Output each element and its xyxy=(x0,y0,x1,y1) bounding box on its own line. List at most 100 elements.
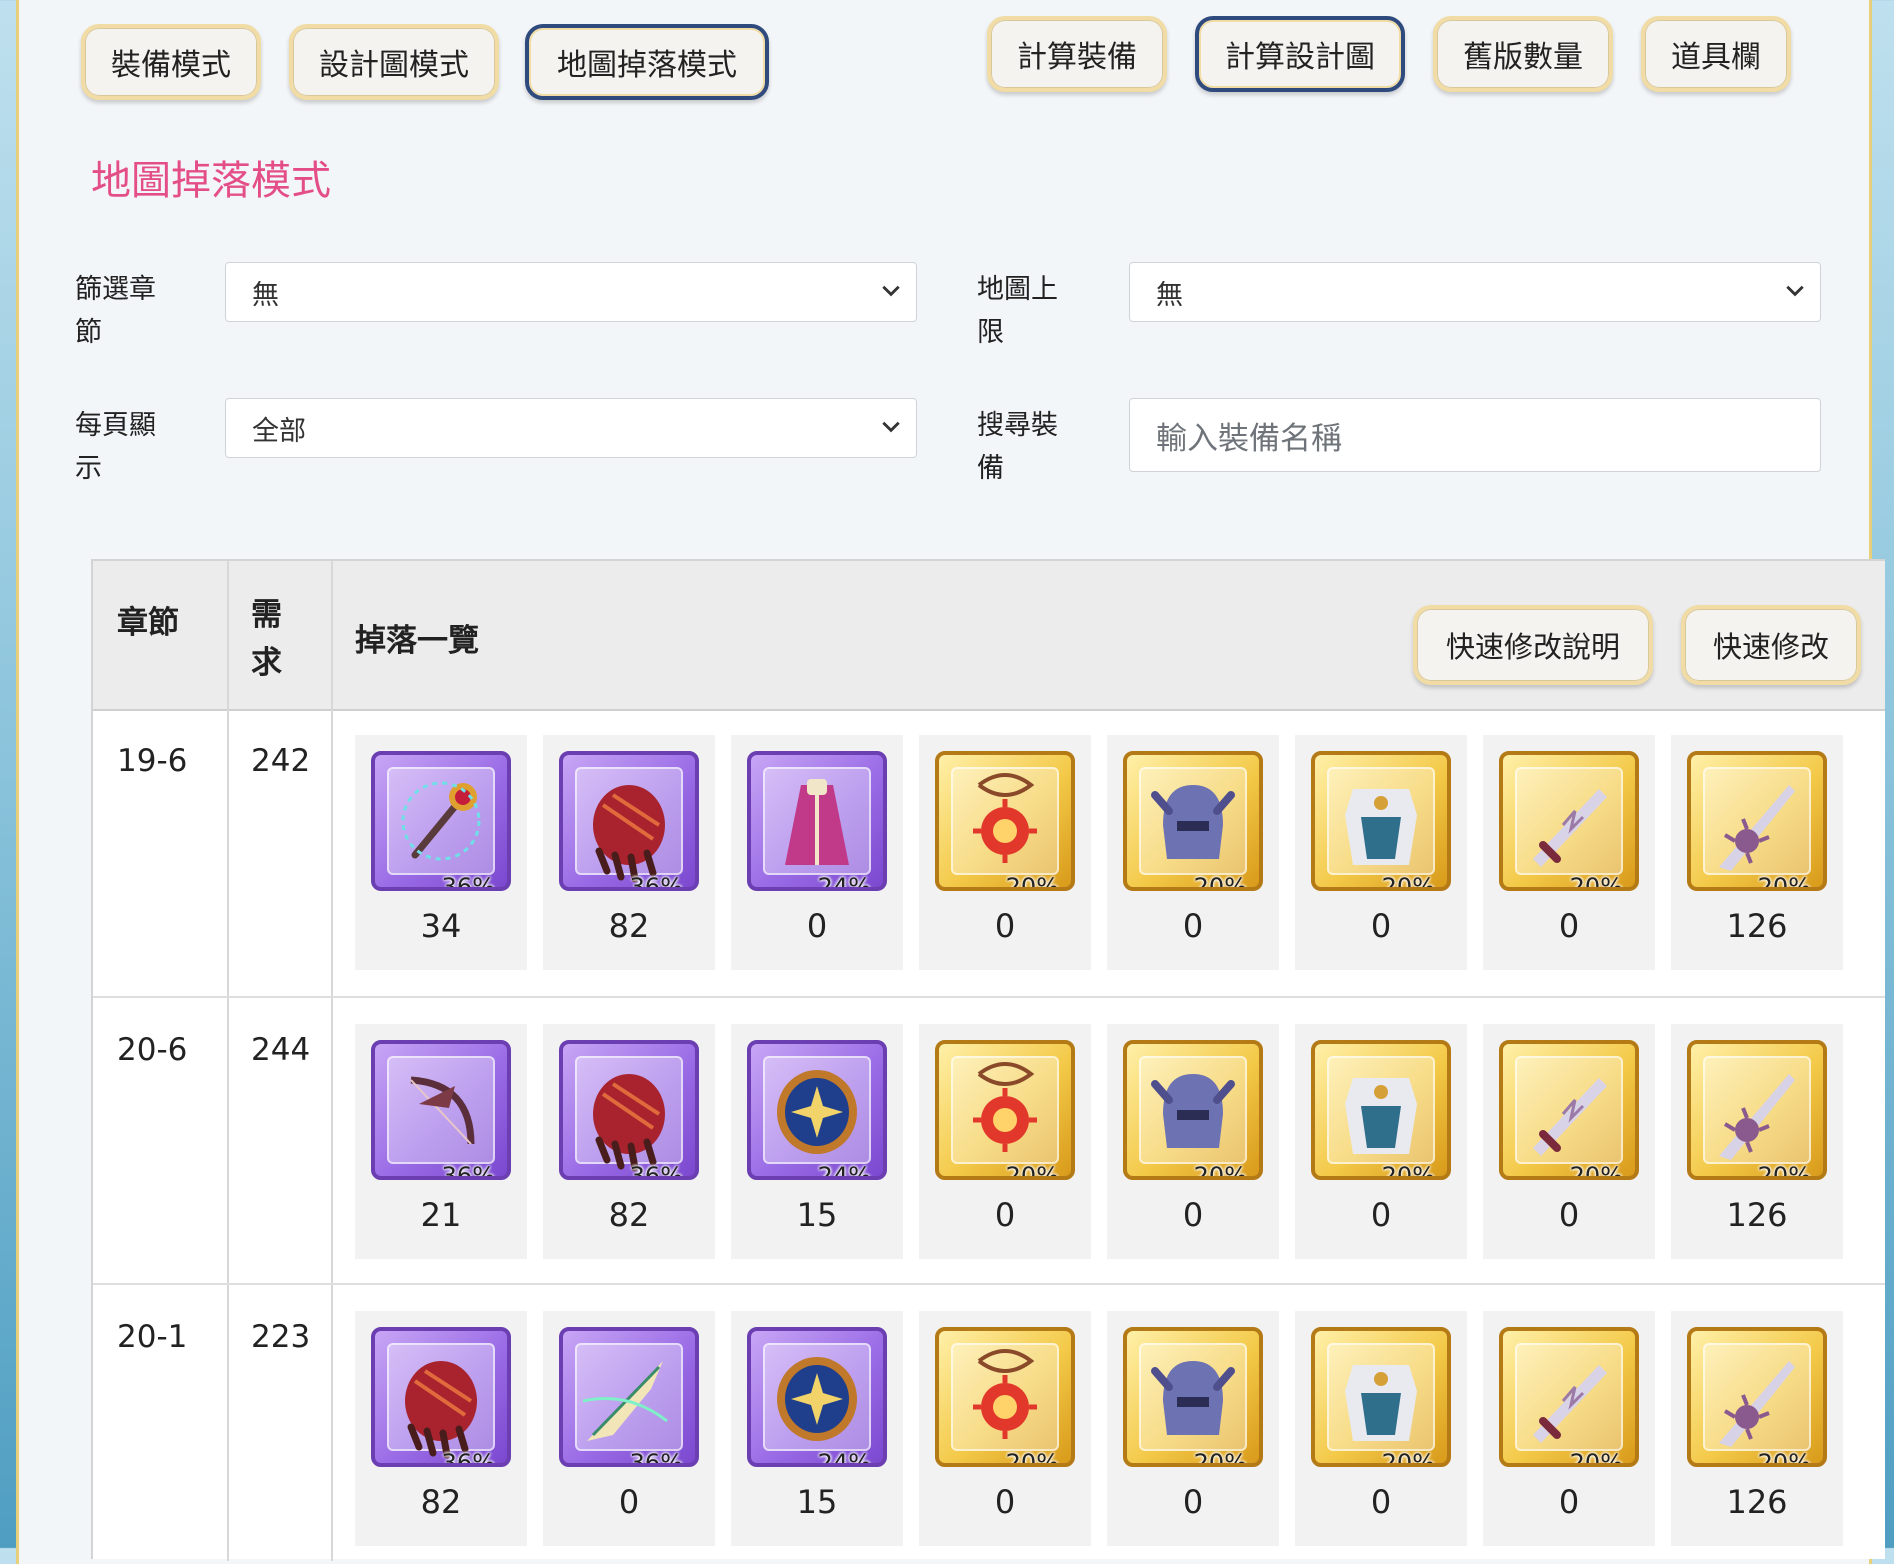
drop-item-tile[interactable]: 24% 15 xyxy=(731,1311,903,1546)
item-count[interactable]: 82 xyxy=(543,907,715,945)
drop-item-tile[interactable]: 36% 82 xyxy=(355,1311,527,1546)
equipment-mode-button[interactable]: 裝備模式 xyxy=(81,24,261,100)
item-count[interactable]: 0 xyxy=(919,1483,1091,1521)
claw-gauntlet-icon[interactable]: 36% xyxy=(559,1040,699,1180)
item-count[interactable]: 0 xyxy=(1483,1483,1655,1521)
armor-icon[interactable]: 20% xyxy=(1311,751,1451,891)
drop-item-tile[interactable]: 36% 34 xyxy=(355,735,527,970)
drop-item-tile[interactable]: 20% 0 xyxy=(919,1024,1091,1259)
drop-item-tile[interactable]: 20% 0 xyxy=(1295,1024,1467,1259)
item-count[interactable]: 0 xyxy=(1483,907,1655,945)
row-divider xyxy=(93,1283,1885,1285)
item-count[interactable]: 126 xyxy=(1671,1196,1843,1234)
item-count[interactable]: 0 xyxy=(1295,907,1467,945)
helmet-icon[interactable]: 20% xyxy=(1123,751,1263,891)
drop-item-tile[interactable]: 20% 0 xyxy=(1295,1311,1467,1546)
spiked-blade-icon[interactable]: 20% xyxy=(1687,751,1827,891)
drop-item-tile[interactable]: 20% 0 xyxy=(1107,1311,1279,1546)
amulet-icon[interactable]: 20% xyxy=(935,1327,1075,1467)
orb-shield-icon[interactable]: 24% xyxy=(747,1040,887,1180)
amulet-icon[interactable]: 20% xyxy=(935,1040,1075,1180)
drop-item-tile[interactable]: 20% 0 xyxy=(1483,735,1655,970)
search-label: 搜尋裝備 xyxy=(977,410,1058,484)
drop-rate: 20% xyxy=(1381,1162,1435,1180)
drop-rate: 20% xyxy=(1005,1162,1059,1180)
drop-item-tile[interactable]: 20% 126 xyxy=(1671,1024,1843,1259)
item-count[interactable]: 0 xyxy=(731,907,903,945)
item-count[interactable]: 126 xyxy=(1671,1483,1843,1521)
main-panel: 裝備模式 設計圖模式 地圖掉落模式 計算裝備 計算設計圖 舊版數量 道具欄 地圖… xyxy=(16,0,1885,1564)
staff-icon xyxy=(401,781,481,861)
sword-icon[interactable]: 20% xyxy=(1499,751,1639,891)
calc-equipment-button[interactable]: 計算裝備 xyxy=(987,16,1167,92)
claw-gauntlet-icon[interactable]: 36% xyxy=(559,751,699,891)
amulet-icon[interactable]: 20% xyxy=(935,751,1075,891)
drill-lance-icon[interactable]: 36% xyxy=(559,1327,699,1467)
robe-icon[interactable]: 24% xyxy=(747,751,887,891)
blueprint-mode-button[interactable]: 設計圖模式 xyxy=(289,24,499,100)
item-count[interactable]: 0 xyxy=(919,1196,1091,1234)
drop-item-tile[interactable]: 24% 15 xyxy=(731,1024,903,1259)
staff-icon[interactable]: 36% xyxy=(371,751,511,891)
drop-item-tile[interactable]: 20% 0 xyxy=(1107,1024,1279,1259)
helmet-icon[interactable]: 20% xyxy=(1123,1327,1263,1467)
item-count[interactable]: 0 xyxy=(1107,1196,1279,1234)
quick-edit-button[interactable]: 快速修改 xyxy=(1681,605,1861,685)
chapter-filter-select[interactable]: 無 xyxy=(225,262,917,322)
drop-item-tile[interactable]: 20% 126 xyxy=(1671,1311,1843,1546)
drop-item-tile[interactable]: 36% 82 xyxy=(543,735,715,970)
item-count[interactable]: 0 xyxy=(1107,1483,1279,1521)
item-count[interactable]: 15 xyxy=(731,1196,903,1234)
item-count[interactable]: 126 xyxy=(1671,907,1843,945)
sword-icon[interactable]: 20% xyxy=(1499,1327,1639,1467)
helmet-icon xyxy=(1151,1361,1235,1435)
spiked-blade-icon[interactable]: 20% xyxy=(1687,1327,1827,1467)
item-count[interactable]: 82 xyxy=(543,1196,715,1234)
sword-icon[interactable]: 20% xyxy=(1499,1040,1639,1180)
drop-item-tile[interactable]: 20% 0 xyxy=(1107,735,1279,970)
orb-shield-icon[interactable]: 24% xyxy=(747,1327,887,1467)
map-cap-label: 地圖上限 xyxy=(977,274,1058,348)
item-count[interactable]: 0 xyxy=(543,1483,715,1521)
calc-blueprint-button[interactable]: 計算設計圖 xyxy=(1195,16,1405,92)
drop-item-tile[interactable]: 20% 0 xyxy=(919,1311,1091,1546)
item-count[interactable]: 34 xyxy=(355,907,527,945)
drop-item-tile[interactable]: 20% 0 xyxy=(919,735,1091,970)
map-cap-select[interactable]: 無 xyxy=(1129,262,1821,322)
drop-item-tile[interactable]: 36% 0 xyxy=(543,1311,715,1546)
drop-rate: 24% xyxy=(817,1449,871,1467)
drop-table: 章節 需求 掉落一覽 快速修改說明 快速修改 19-6 242 36% 34 36% 82… xyxy=(91,559,1885,1561)
item-count[interactable]: 0 xyxy=(1483,1196,1655,1234)
item-count[interactable]: 21 xyxy=(355,1196,527,1234)
armor-icon[interactable]: 20% xyxy=(1311,1327,1451,1467)
claw-gauntlet-icon[interactable]: 36% xyxy=(371,1327,511,1467)
legacy-count-button[interactable]: 舊版數量 xyxy=(1433,16,1613,92)
helmet-icon[interactable]: 20% xyxy=(1123,1040,1263,1180)
item-count[interactable]: 0 xyxy=(1295,1196,1467,1234)
quick-edit-help-button[interactable]: 快速修改說明 xyxy=(1413,605,1653,685)
drop-item-tile[interactable]: 36% 82 xyxy=(543,1024,715,1259)
map-drop-mode-button[interactable]: 地圖掉落模式 xyxy=(525,24,769,100)
drop-item-tile[interactable]: 20% 0 xyxy=(1483,1311,1655,1546)
spiked-blade-icon[interactable]: 20% xyxy=(1687,1040,1827,1180)
drop-item-tile[interactable]: 36% 21 xyxy=(355,1024,527,1259)
item-count[interactable]: 0 xyxy=(1107,907,1279,945)
drop-item-tile[interactable]: 20% 0 xyxy=(1295,735,1467,970)
bow-icon[interactable]: 36% xyxy=(371,1040,511,1180)
column-divider xyxy=(331,561,333,1561)
search-input[interactable]: 輸入裝備名稱 xyxy=(1129,398,1821,472)
item-count[interactable]: 0 xyxy=(919,907,1091,945)
armor-icon[interactable]: 20% xyxy=(1311,1040,1451,1180)
item-count[interactable]: 0 xyxy=(1295,1483,1467,1521)
per-page-select[interactable]: 全部 xyxy=(225,398,917,458)
spiked-blade-icon xyxy=(1719,1074,1795,1160)
drop-item-tile[interactable]: 20% 126 xyxy=(1671,735,1843,970)
col-drops: 掉落一覽 xyxy=(355,623,479,659)
item-count[interactable]: 15 xyxy=(731,1483,903,1521)
item-count[interactable]: 82 xyxy=(355,1483,527,1521)
drop-rate: 24% xyxy=(817,1162,871,1180)
sword-icon xyxy=(1533,1365,1607,1443)
drop-item-tile[interactable]: 20% 0 xyxy=(1483,1024,1655,1259)
drop-item-tile[interactable]: 24% 0 xyxy=(731,735,903,970)
inventory-button[interactable]: 道具欄 xyxy=(1641,16,1791,92)
